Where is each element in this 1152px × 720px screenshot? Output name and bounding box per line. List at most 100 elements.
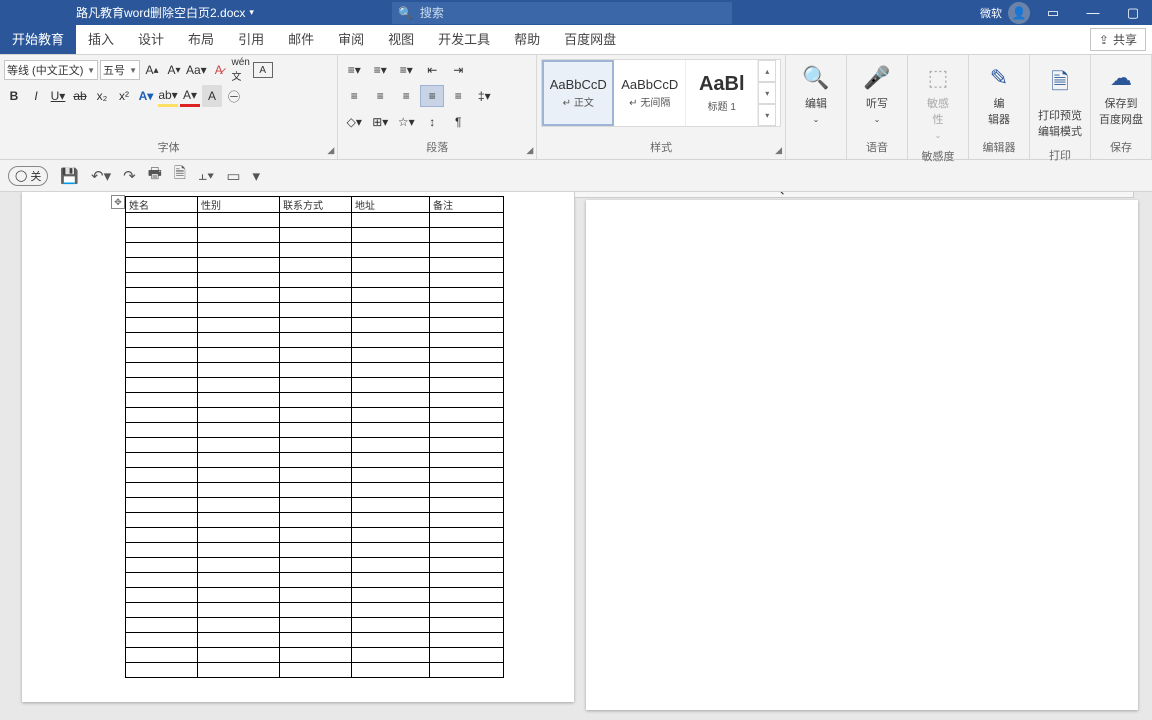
table-cell[interactable]	[198, 528, 280, 543]
table-cell[interactable]	[430, 318, 504, 333]
table-cell[interactable]	[126, 648, 198, 663]
table-cell[interactable]	[198, 408, 280, 423]
search-box[interactable]: 🔍 搜索	[392, 2, 732, 24]
table-cell[interactable]	[352, 273, 430, 288]
table-cell[interactable]	[198, 513, 280, 528]
table-cell[interactable]	[352, 243, 430, 258]
table-cell[interactable]	[352, 573, 430, 588]
table-cell[interactable]	[198, 558, 280, 573]
table-cell[interactable]	[352, 603, 430, 618]
table-cell[interactable]	[352, 648, 430, 663]
document-area[interactable]: ✥ 姓名性别联系方式地址备注 8642246810121416182022242…	[0, 192, 1152, 720]
table-cell[interactable]	[126, 213, 198, 228]
table-cell[interactable]	[198, 633, 280, 648]
table-cell[interactable]	[280, 333, 352, 348]
table-cell[interactable]	[430, 423, 504, 438]
align-left-icon[interactable]: ≡	[342, 85, 366, 107]
table-cell[interactable]	[126, 228, 198, 243]
table-cell[interactable]	[280, 618, 352, 633]
new-doc-icon[interactable]: 🗎	[174, 163, 186, 188]
text-box-icon[interactable]: ▭	[226, 167, 240, 185]
tab-developer[interactable]: 开发工具	[426, 23, 502, 54]
table-cell[interactable]	[280, 408, 352, 423]
table-cell[interactable]	[430, 558, 504, 573]
table-cell[interactable]	[126, 363, 198, 378]
table-move-handle-icon[interactable]: ✥	[111, 195, 125, 209]
horizontal-ruler[interactable]: 8642246810121416182022242628303234363842…	[574, 192, 1134, 198]
gallery-more-icon[interactable]: ▾	[758, 104, 776, 126]
table-cell[interactable]	[352, 543, 430, 558]
table-cell[interactable]	[280, 378, 352, 393]
table-cell[interactable]	[280, 513, 352, 528]
page-2[interactable]	[586, 200, 1138, 710]
table-cell[interactable]	[352, 498, 430, 513]
align-justify-icon[interactable]: ≡	[420, 85, 444, 107]
table-cell[interactable]	[198, 318, 280, 333]
table-cell[interactable]	[352, 618, 430, 633]
table-cell[interactable]	[126, 303, 198, 318]
table-cell[interactable]	[126, 438, 198, 453]
style-normal[interactable]: AaBbCcD ↵ 正文	[542, 60, 614, 126]
table-cell[interactable]	[280, 213, 352, 228]
page-1[interactable]: ✥ 姓名性别联系方式地址备注	[22, 192, 574, 702]
para-dialog-launcher-icon[interactable]: ◢	[526, 145, 533, 156]
table-cell[interactable]	[198, 303, 280, 318]
table-header[interactable]: 备注	[430, 197, 504, 213]
table-cell[interactable]	[352, 348, 430, 363]
table-cell[interactable]	[430, 453, 504, 468]
table-cell[interactable]	[198, 438, 280, 453]
tab-view[interactable]: 视图	[376, 23, 426, 54]
table-cell[interactable]	[126, 633, 198, 648]
ribbon-display-icon[interactable]: ▭	[1036, 0, 1070, 25]
align-center-icon[interactable]: ≡	[368, 85, 392, 107]
change-case-icon[interactable]: Aa▾	[186, 59, 207, 81]
table-cell[interactable]	[352, 633, 430, 648]
table-cell[interactable]	[198, 588, 280, 603]
table-cell[interactable]	[430, 348, 504, 363]
table-cell[interactable]	[126, 498, 198, 513]
table-cell[interactable]	[280, 228, 352, 243]
font-size-select[interactable]: 五号▼	[100, 60, 140, 80]
table-cell[interactable]	[126, 468, 198, 483]
table-cell[interactable]	[198, 228, 280, 243]
table-cell[interactable]	[430, 333, 504, 348]
table-cell[interactable]	[352, 363, 430, 378]
table-cell[interactable]	[126, 603, 198, 618]
autosave-toggle[interactable]: ◯关	[8, 166, 48, 186]
table-cell[interactable]	[352, 453, 430, 468]
text-effects-icon[interactable]: A▾	[136, 85, 156, 107]
table-cell[interactable]	[352, 558, 430, 573]
align-right-icon[interactable]: ≡	[394, 85, 418, 107]
table-cell[interactable]	[280, 648, 352, 663]
font-color-icon[interactable]: A▾	[180, 85, 200, 107]
table-cell[interactable]	[430, 408, 504, 423]
table-cell[interactable]	[198, 243, 280, 258]
table-cell[interactable]	[198, 213, 280, 228]
table-cell[interactable]	[280, 273, 352, 288]
tab-layout[interactable]: 布局	[176, 23, 226, 54]
table-cell[interactable]	[126, 543, 198, 558]
table-cell[interactable]	[126, 318, 198, 333]
user-label[interactable]: 微软	[980, 5, 1002, 21]
table-header[interactable]: 联系方式	[280, 197, 352, 213]
table-cell[interactable]	[430, 513, 504, 528]
table-cell[interactable]	[430, 483, 504, 498]
undo-icon[interactable]: ↶▾	[91, 167, 111, 185]
show-marks-icon[interactable]: ¶	[446, 111, 470, 133]
char-scale-icon[interactable]: ☆▾	[394, 111, 418, 133]
table-cell[interactable]	[198, 273, 280, 288]
table-cell[interactable]	[198, 468, 280, 483]
table-cell[interactable]	[430, 258, 504, 273]
table-cell[interactable]	[198, 378, 280, 393]
table-cell[interactable]	[126, 258, 198, 273]
table-cell[interactable]	[198, 483, 280, 498]
style-nospacing[interactable]: AaBbCcD ↵ 无间隔	[614, 60, 686, 126]
char-border-icon[interactable]: A	[253, 62, 273, 78]
styles-dialog-launcher-icon[interactable]: ◢	[775, 145, 782, 156]
underline-button[interactable]: U▾	[48, 85, 68, 107]
table-cell[interactable]	[280, 558, 352, 573]
phonetic-icon[interactable]: wén文	[231, 59, 251, 81]
shrink-font-icon[interactable]: A▾	[164, 59, 184, 81]
table-cell[interactable]	[198, 498, 280, 513]
table-cell[interactable]	[126, 393, 198, 408]
